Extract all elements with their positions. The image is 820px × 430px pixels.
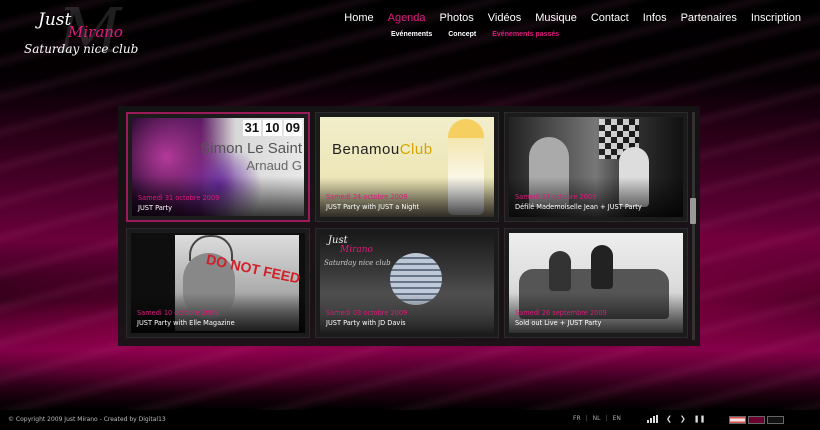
event-title: JUST Party [138,204,172,212]
event-thumbnail: BenamouClub [320,117,494,217]
event-card[interactable]: Samedi 26 septembre 2009 Sold out Live +… [504,228,688,338]
nav-photos[interactable]: Photos [433,12,481,24]
event-card[interactable]: BenamouClub Samedi 24 octobre 2009 JUST … [315,112,499,222]
subnav-concept[interactable]: Concept [448,31,476,38]
prev-icon[interactable]: ❮ [666,414,672,424]
event-title: JUST Party with JD Davis [326,319,406,327]
poster-artist-2: Arnaud G [246,158,302,173]
event-card[interactable]: Just Mirano Saturday nice club Samedi 03… [315,228,499,338]
gallery-scrollbar-track[interactable] [692,112,695,340]
poster-brand: BenamouClub [332,141,433,158]
copyright-text: © Copyright 2009 Just Mirano - Created b… [8,416,166,423]
flag-icon[interactable] [729,416,746,424]
event-title: Sold out Live + JUST Party [515,319,602,327]
event-date: Samedi 10 octobre 2009 [137,309,219,317]
badge-icon[interactable] [767,416,784,424]
event-thumbnail [509,117,683,217]
event-title: Défilé Mademoiselle Jean + JUST Party [515,203,642,211]
subnav-evenements[interactable]: Evénements [391,31,432,38]
badge-icon[interactable] [748,416,765,424]
lang-fr[interactable]: FR [573,415,581,422]
media-controls: ❮ ❯ ❚❚ [647,414,705,424]
main-nav: Home Agenda Photos Vidéos Musique Contac… [337,12,808,24]
nav-videos[interactable]: Vidéos [481,12,528,24]
nav-infos[interactable]: Infos [636,12,674,24]
event-date: Samedi 31 octobre 2009 [138,194,220,202]
poster-date: 31 10 09 [242,120,302,136]
gallery-scrollbar-thumb[interactable] [690,198,696,224]
nav-partenaires[interactable]: Partenaires [674,12,744,24]
logo-tagline: Saturday nice club [24,42,139,56]
language-switcher: FR | NL | EN [573,415,621,422]
poster-month: 10 [263,120,282,136]
poster-logo-2: Mirano [340,245,373,255]
partner-badges [729,416,784,424]
pause-icon[interactable]: ❚❚ [694,414,706,424]
lang-en[interactable]: EN [613,415,621,422]
next-icon[interactable]: ❯ [680,414,686,424]
site-logo[interactable]: M Just Mirano Saturday nice club [24,0,138,66]
nav-musique[interactable]: Musique [528,12,584,24]
nav-inscription[interactable]: Inscription [744,12,808,24]
event-card[interactable]: Samedi 17 octobre 2009 Défilé Mademoisel… [504,112,688,222]
event-thumbnail: Just Mirano Saturday nice club [320,233,494,333]
subnav-evenements-passes[interactable]: Evénements passés [492,31,559,38]
event-date: Samedi 26 septembre 2009 [515,309,607,317]
event-title: JUST Party with Elle Magazine [137,319,235,327]
volume-bars-icon[interactable] [647,415,658,423]
event-card[interactable]: DO NOT FEED THE Samedi 10 octobre 2009 J… [126,228,310,338]
poster-logo-3: Saturday nice club [324,259,391,267]
nav-home[interactable]: Home [337,12,380,24]
poster-artist-1: Simon Le Saint [200,140,302,157]
nav-agenda[interactable]: Agenda [381,12,433,24]
lang-nl[interactable]: NL [593,415,601,422]
poster-day: 31 [242,120,262,136]
event-date: Samedi 17 octobre 2009 [515,193,597,201]
event-date: Samedi 03 octobre 2009 [326,309,408,317]
logo-line-2: Mirano [68,23,123,41]
sub-nav: Evénements Concept Evénements passés [391,31,575,38]
event-thumbnail [509,233,683,333]
event-title: JUST Party with JUST a Night [326,203,420,211]
event-date: Samedi 24 octobre 2009 [326,193,408,201]
footer: © Copyright 2009 Just Mirano - Created b… [0,410,820,430]
nav-contact[interactable]: Contact [584,12,636,24]
event-card[interactable]: 31 10 09 Simon Le Saint Arnaud G Samedi … [126,112,310,222]
logo-line-1: Just [38,10,72,30]
poster-year: 09 [283,120,302,136]
event-thumbnail: DO NOT FEED THE [131,233,305,333]
